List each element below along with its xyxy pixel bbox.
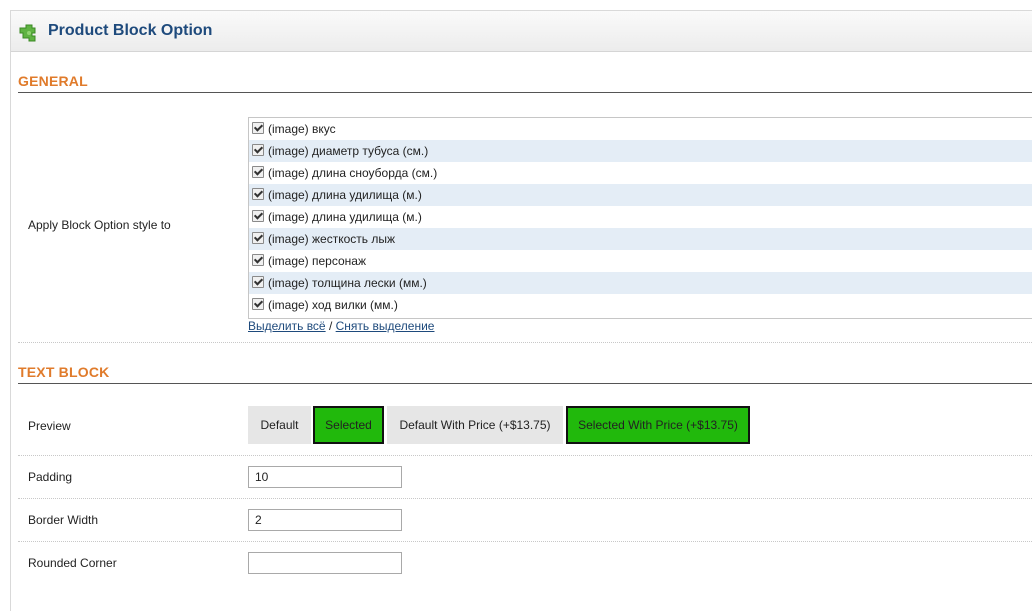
list-item[interactable]: (image) длина удилища (м.) <box>249 206 1032 228</box>
preview-selected-with-price-button[interactable]: Selected With Price (+$13.75) <box>566 406 750 444</box>
checkbox[interactable] <box>252 276 264 288</box>
option-label: (image) вкус <box>268 122 336 136</box>
section-title-text-block: TEXT BLOCK <box>18 364 110 380</box>
preview-default-with-price-button[interactable]: Default With Price (+$13.75) <box>387 406 563 444</box>
list-item[interactable]: (image) диаметр тубуса (см.) <box>249 140 1032 162</box>
section-divider <box>18 92 1032 93</box>
row-divider <box>18 455 1032 456</box>
option-label: (image) длина удилища (м.) <box>268 210 422 224</box>
checkbox[interactable] <box>252 122 264 134</box>
row-divider <box>18 342 1032 343</box>
row-divider <box>18 541 1032 542</box>
padding-input[interactable] <box>248 466 402 488</box>
rounded-corner-input[interactable] <box>248 552 402 574</box>
option-label: (image) персонаж <box>268 254 366 268</box>
list-item[interactable]: (image) ход вилки (мм.) <box>249 294 1032 316</box>
option-label: (image) длина сноуборда (см.) <box>268 166 438 180</box>
apply-block-option-label: Apply Block Option style to <box>28 218 171 232</box>
checkbox[interactable] <box>252 166 264 178</box>
attribute-checklist: (image) вкус (image) диаметр тубуса (см.… <box>248 117 1032 319</box>
checkbox[interactable] <box>252 210 264 222</box>
row-divider <box>18 498 1032 499</box>
padding-label: Padding <box>28 470 73 484</box>
option-label: (image) длина удилища (м.) <box>268 188 422 202</box>
rounded-corner-label: Rounded Corner <box>28 556 117 570</box>
list-item[interactable]: (image) вкус <box>249 118 1032 140</box>
preview-default-button[interactable]: Default <box>248 406 311 444</box>
checkbox[interactable] <box>252 188 264 200</box>
option-label: (image) толщина лески (мм.) <box>268 276 427 290</box>
option-label: (image) жесткость лыж <box>268 232 396 246</box>
selection-links: Выделить всё / Снять выделение <box>248 319 434 333</box>
checkbox[interactable] <box>252 232 264 244</box>
panel-header: Product Block Option <box>11 11 1032 52</box>
section-divider <box>18 383 1032 384</box>
list-item[interactable]: (image) длина сноуборда (см.) <box>249 162 1032 184</box>
option-label: (image) ход вилки (мм.) <box>268 298 398 312</box>
checkbox[interactable] <box>252 144 264 156</box>
border-width-label: Border Width <box>28 513 99 527</box>
list-item[interactable]: (image) длина удилища (м.) <box>249 184 1032 206</box>
list-item[interactable]: (image) персонаж <box>249 250 1032 272</box>
link-separator: / <box>328 319 333 333</box>
checkbox[interactable] <box>252 298 264 310</box>
preview-selected-button[interactable]: Selected <box>313 406 384 444</box>
list-item[interactable]: (image) жесткость лыж <box>249 228 1032 250</box>
preview-label: Preview <box>28 419 71 433</box>
checkbox[interactable] <box>252 254 264 266</box>
option-label: (image) диаметр тубуса (см.) <box>268 144 429 158</box>
page-title: Product Block Option <box>48 22 213 39</box>
select-all-link[interactable]: Выделить всё <box>248 319 326 333</box>
list-item[interactable]: (image) толщина лески (мм.) <box>249 272 1032 294</box>
puzzle-piece-icon <box>19 24 36 42</box>
border-width-input[interactable] <box>248 509 402 531</box>
section-title-general: GENERAL <box>18 73 88 89</box>
deselect-all-link[interactable]: Снять выделение <box>336 319 435 333</box>
